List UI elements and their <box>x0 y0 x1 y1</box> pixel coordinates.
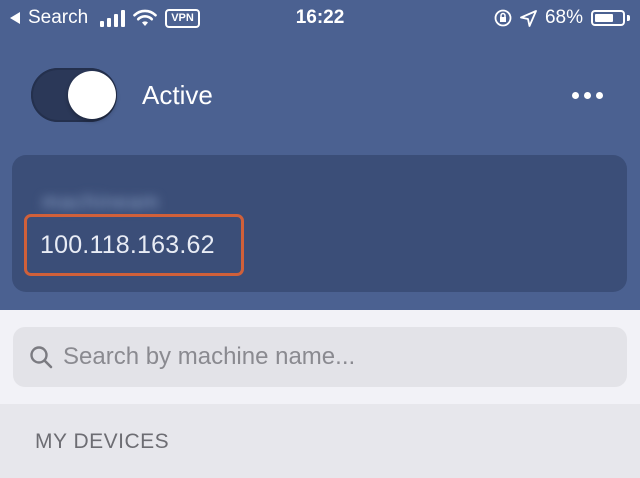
search-bar[interactable] <box>13 327 627 387</box>
status-right: 68% <box>494 7 630 29</box>
section-header: MY DEVICES <box>0 404 640 478</box>
status-bar: Search VPN 16:22 68% <box>0 0 640 36</box>
active-toggle[interactable] <box>31 68 117 122</box>
header-panel: Search VPN 16:22 68% Active machineam 10… <box>0 0 640 310</box>
orientation-lock-icon <box>494 9 512 27</box>
section-label: MY DEVICES <box>35 430 170 453</box>
device-card[interactable]: machineam 100.118.163.62 <box>12 155 627 292</box>
search-icon <box>30 346 53 369</box>
more-icon[interactable] <box>572 92 603 99</box>
battery-tip <box>627 15 630 21</box>
ip-address[interactable]: 100.118.163.62 <box>40 231 215 260</box>
battery-percent: 68% <box>544 7 583 28</box>
battery-icon <box>591 10 625 26</box>
location-icon <box>520 9 537 27</box>
status-label: Active <box>142 80 213 110</box>
search-input[interactable] <box>63 327 603 387</box>
toggle-knob <box>68 71 116 119</box>
machine-name: machineam <box>42 191 160 214</box>
